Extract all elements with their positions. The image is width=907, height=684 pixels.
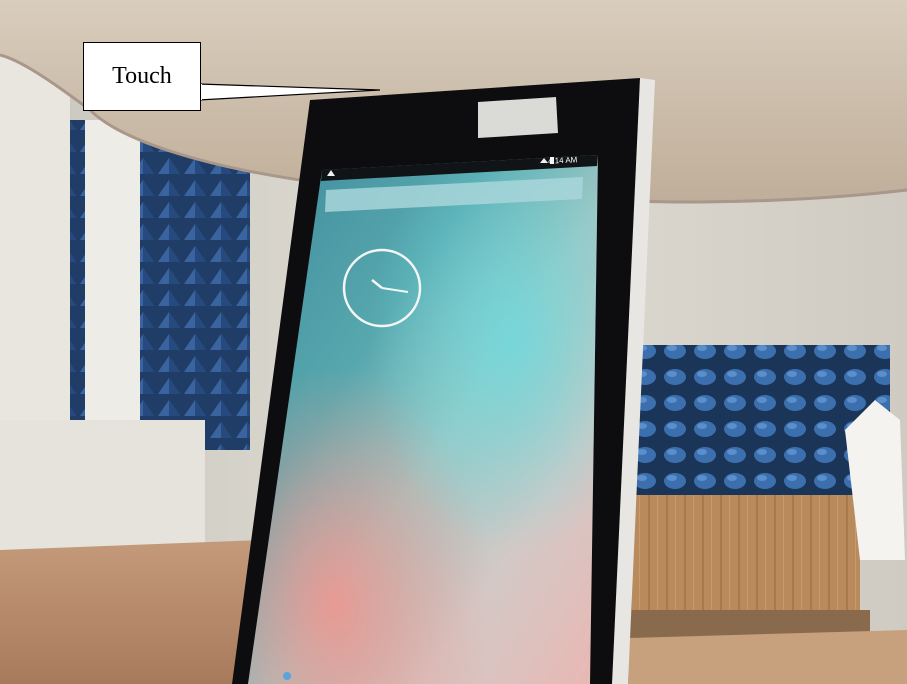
foreground-table — [0, 540, 260, 684]
nav-dot — [283, 672, 291, 680]
left-box — [0, 420, 205, 550]
status-time: 4:14 AM — [547, 155, 578, 166]
tape-patch — [478, 97, 558, 138]
white-column — [85, 120, 140, 430]
touch-label: Touch — [83, 42, 201, 111]
left-wall — [0, 40, 70, 440]
